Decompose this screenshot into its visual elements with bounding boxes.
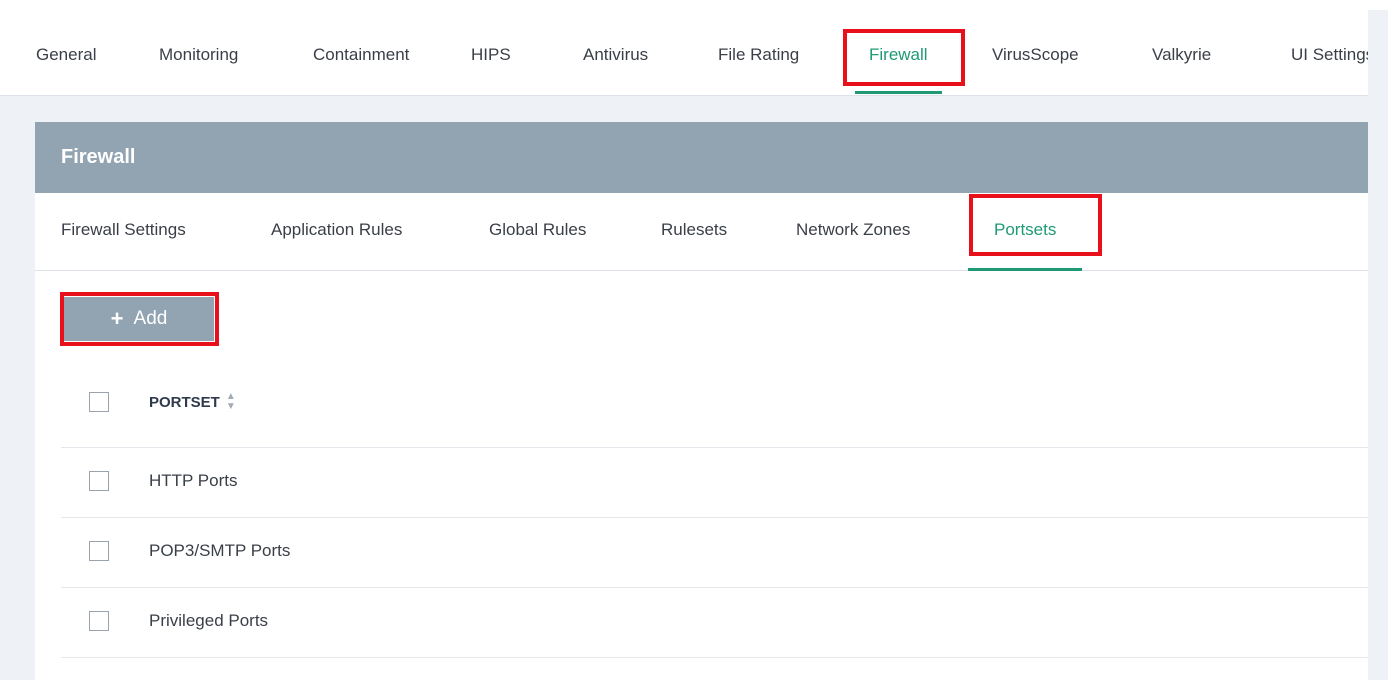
tab-virusscope[interactable]: VirusScope bbox=[992, 10, 1079, 96]
row-divider bbox=[61, 517, 1368, 518]
row-divider bbox=[61, 587, 1368, 588]
portset-name: POP3/SMTP Ports bbox=[149, 541, 291, 560]
tab-hips[interactable]: HIPS bbox=[471, 10, 511, 96]
tab-general[interactable]: General bbox=[36, 10, 96, 96]
active-tab-underline bbox=[855, 91, 942, 94]
subtab-firewall-settings[interactable]: Firewall Settings bbox=[61, 193, 186, 271]
subtab-application-rules[interactable]: Application Rules bbox=[271, 193, 402, 271]
row-checkbox[interactable] bbox=[89, 471, 109, 491]
row-checkbox[interactable] bbox=[89, 611, 109, 631]
row-divider bbox=[61, 447, 1368, 448]
row-divider bbox=[61, 657, 1368, 658]
tab-file-rating[interactable]: File Rating bbox=[718, 10, 799, 96]
tab-ui-settings[interactable]: UI Settings bbox=[1291, 10, 1368, 96]
active-subtab-underline bbox=[968, 268, 1083, 271]
subtab-global-rules[interactable]: Global Rules bbox=[489, 193, 586, 271]
sort-icon: ▲ ▼ bbox=[225, 391, 236, 412]
portset-name: Privileged Ports bbox=[149, 611, 269, 630]
top-gap bbox=[0, 0, 1388, 10]
tab-antivirus[interactable]: Antivirus bbox=[583, 10, 648, 96]
column-header-portset[interactable]: PORTSET ▲ ▼ bbox=[149, 392, 236, 412]
tab-valkyrie[interactable]: Valkyrie bbox=[1152, 10, 1211, 96]
tab-containment[interactable]: Containment bbox=[313, 10, 409, 96]
portset-name: HTTP Ports bbox=[149, 471, 238, 490]
subtab-portsets[interactable]: Portsets bbox=[968, 193, 1083, 271]
add-button[interactable]: + Add bbox=[64, 297, 214, 341]
panel-title: Firewall bbox=[35, 122, 1368, 193]
plus-icon: + bbox=[110, 306, 124, 331]
select-all-checkbox[interactable] bbox=[89, 392, 109, 412]
top-tab-bar: General Monitoring Containment HIPS Anti… bbox=[0, 10, 1368, 96]
sub-tab-bar: Firewall Settings Application Rules Glob… bbox=[35, 193, 1368, 271]
row-checkbox[interactable] bbox=[89, 541, 109, 561]
tab-firewall[interactable]: Firewall bbox=[855, 10, 942, 96]
tab-monitoring[interactable]: Monitoring bbox=[159, 10, 238, 96]
subtab-network-zones[interactable]: Network Zones bbox=[796, 193, 910, 271]
subtab-rulesets[interactable]: Rulesets bbox=[661, 193, 727, 271]
